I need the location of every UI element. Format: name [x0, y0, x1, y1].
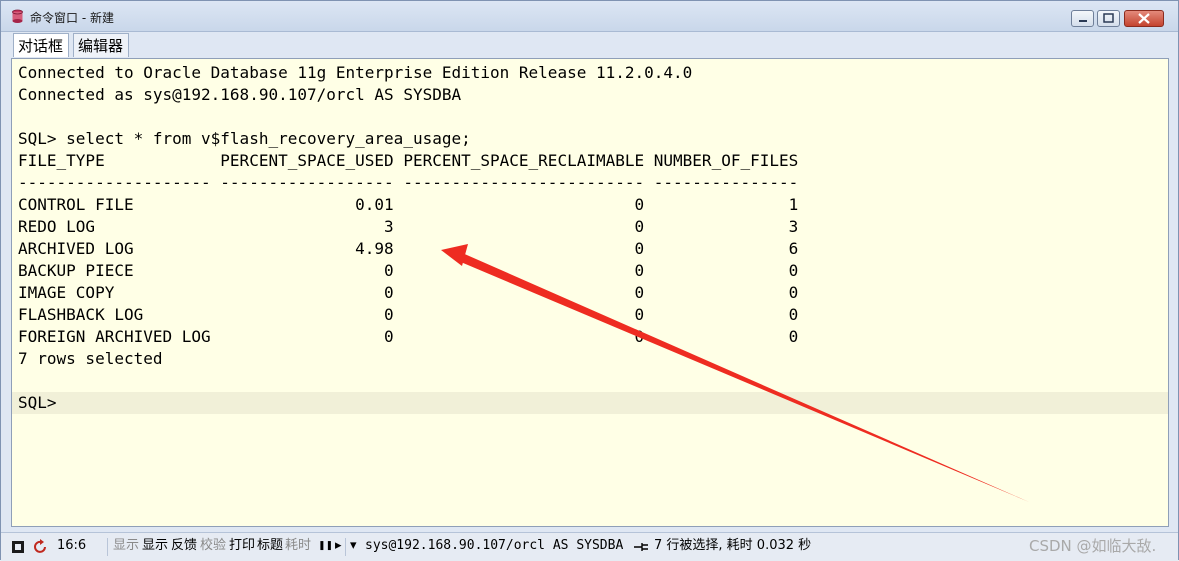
minimize-button[interactable]: [1071, 10, 1094, 27]
console-line: Connected as sys@192.168.90.107/orcl AS …: [18, 85, 462, 104]
tab-dialog[interactable]: 对话框: [13, 33, 69, 57]
print-toggle[interactable]: 打印: [229, 533, 255, 559]
console-output[interactable]: Connected to Oracle Database 11g Enterpr…: [11, 58, 1169, 527]
pin-icon: [634, 543, 648, 551]
console-line: -------------------- ------------------ …: [18, 173, 799, 192]
restore-icon: [1103, 13, 1114, 23]
timing-toggle[interactable]: 耗时: [285, 533, 311, 559]
close-button[interactable]: [1124, 10, 1164, 27]
display-toggle-dim[interactable]: 显示: [113, 533, 139, 559]
connection-info[interactable]: sys@192.168.90.107/orcl AS SYSDBA: [365, 533, 623, 559]
command-window: 命令窗口 - 新建 对话框 编辑器 Connected to Oracle Da…: [0, 0, 1179, 561]
window-title: 命令窗口 - 新建: [30, 11, 114, 25]
console-line: SQL> select * from v$flash_recovery_area…: [18, 129, 471, 148]
console-line: FLASHBACK LOG 0 0 0: [18, 305, 799, 324]
console-line: 7 rows selected: [18, 349, 163, 368]
headings-toggle[interactable]: 标题: [257, 533, 283, 559]
console-line: CONTROL FILE 0.01 0 1: [18, 195, 799, 214]
verify-toggle[interactable]: 校验: [200, 533, 226, 559]
pause-icon[interactable]: ❚❚: [318, 533, 333, 559]
tab-editor[interactable]: 编辑器: [73, 33, 129, 57]
tab-dialog-label: 对话框: [18, 37, 64, 55]
console-lines: Connected to Oracle Database 11g Enterpr…: [18, 62, 798, 414]
console-line: SQL>: [18, 393, 67, 412]
console-line: ARCHIVED LOG 4.98 0 6: [18, 239, 799, 258]
watermark: CSDN @如临大敌.: [1029, 537, 1157, 555]
console-line: Connected to Oracle Database 11g Enterpr…: [18, 63, 693, 82]
separator: [107, 538, 108, 556]
console-line: FILE_TYPE PERCENT_SPACE_USED PERCENT_SPA…: [18, 151, 799, 170]
restore-button[interactable]: [1097, 10, 1120, 27]
display-toggle[interactable]: 显示: [142, 533, 168, 559]
refresh-icon[interactable]: [33, 539, 49, 555]
database-icon: [12, 9, 23, 23]
console-line: BACKUP PIECE 0 0 0: [18, 261, 799, 280]
play-icon[interactable]: ▸: [335, 533, 342, 559]
minimize-icon: [1079, 20, 1087, 22]
close-icon: [1138, 13, 1150, 24]
console-line: FOREIGN ARCHIVED LOG 0 0 0: [18, 327, 799, 346]
stop-icon[interactable]: [11, 540, 25, 554]
tab-editor-label: 编辑器: [78, 37, 124, 55]
feedback-toggle[interactable]: 反馈: [171, 533, 197, 559]
status-message: 7 行被选择, 耗时 0.032 秒: [654, 538, 812, 553]
console-line: IMAGE COPY 0 0 0: [18, 283, 799, 302]
connection-dropdown-icon[interactable]: ▾: [350, 533, 357, 559]
separator: [345, 538, 346, 556]
status-bar: 16:6 显示 显示 反馈 校验 打印 标题 耗时 ❚❚ ▸ ▾ sys@192…: [1, 532, 1178, 561]
console-line: REDO LOG 3 0 3: [18, 217, 799, 236]
title-bar: 命令窗口 - 新建: [1, 1, 1178, 32]
cursor-position: 16:6: [57, 538, 87, 553]
